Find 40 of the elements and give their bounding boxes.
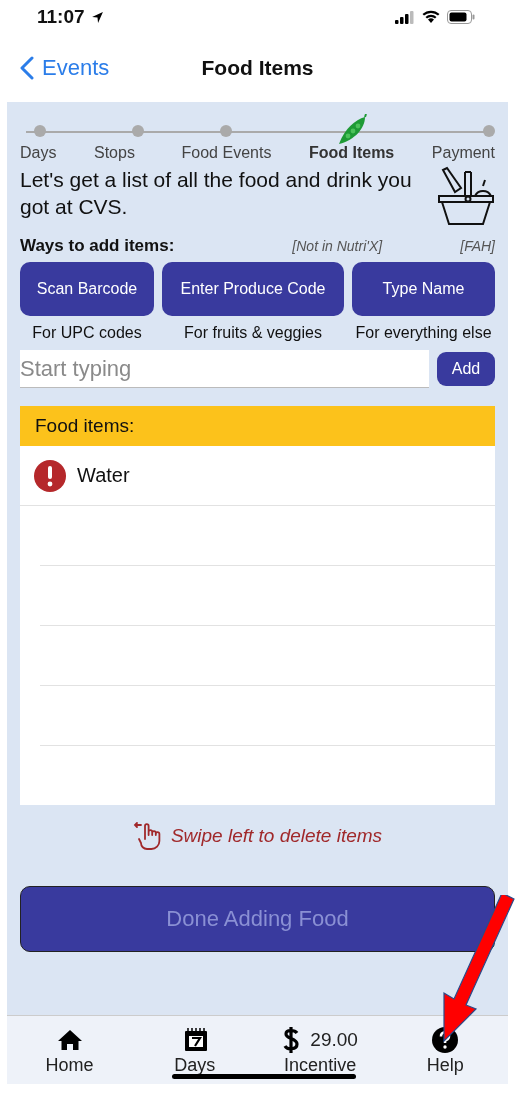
swipe-hand-icon bbox=[132, 821, 163, 851]
status-time: 11:07 bbox=[37, 6, 85, 28]
intro-text: Let's get a list of all the food and drink you got at CVS. bbox=[20, 167, 413, 220]
back-label: Events bbox=[42, 55, 110, 81]
step-label[interactable]: Food Items bbox=[308, 144, 395, 162]
back-button[interactable]: Events bbox=[0, 55, 110, 81]
note-text: [FAH] bbox=[460, 238, 495, 254]
tab-label: Home bbox=[45, 1054, 94, 1076]
tab-label: Help bbox=[426, 1054, 464, 1076]
basket-icon bbox=[437, 166, 495, 228]
step-label[interactable]: Payment bbox=[431, 144, 495, 162]
step-label[interactable]: Stops bbox=[94, 144, 135, 162]
wifi-icon bbox=[421, 10, 441, 24]
tab-label: Days bbox=[174, 1054, 216, 1076]
tab-button[interactable]: Home bbox=[7, 1016, 133, 1084]
swipe-hint: Swipe left to delete items bbox=[170, 825, 383, 847]
chevron-left-icon bbox=[20, 56, 34, 80]
step-label[interactable]: Food Events bbox=[181, 144, 272, 162]
method-button[interactable]: Type Name bbox=[352, 262, 495, 316]
dollar-icon bbox=[282, 1024, 301, 1055]
method-button[interactable]: Scan Barcode bbox=[20, 262, 154, 316]
food-item[interactable]: Water bbox=[77, 464, 130, 487]
step-label[interactable]: Days bbox=[20, 144, 57, 162]
screen-title: Food Items bbox=[201, 56, 314, 80]
method-hint: For everything else bbox=[355, 324, 492, 342]
signal-icon bbox=[395, 10, 415, 24]
search-field[interactable]: Start typing bbox=[20, 350, 429, 388]
location-arrow-icon bbox=[90, 10, 104, 24]
ways-heading: Ways to add items: bbox=[20, 236, 175, 256]
note-text: [Not in Nutri'X] bbox=[291, 238, 384, 254]
method-hint: For fruits & veggies bbox=[184, 324, 322, 342]
battery-icon bbox=[447, 10, 475, 24]
list-heading: Food items: bbox=[35, 415, 135, 437]
home-icon bbox=[56, 1028, 83, 1051]
add-button[interactable]: Add bbox=[437, 352, 495, 386]
method-button[interactable]: Enter Produce Code bbox=[162, 262, 344, 316]
method-hint: For UPC codes bbox=[32, 324, 142, 342]
tab-button[interactable]: 29.00 Incentive bbox=[257, 1016, 383, 1084]
incentive-amount: 29.00 bbox=[310, 1028, 358, 1051]
tab-label: Incentive bbox=[284, 1054, 357, 1076]
